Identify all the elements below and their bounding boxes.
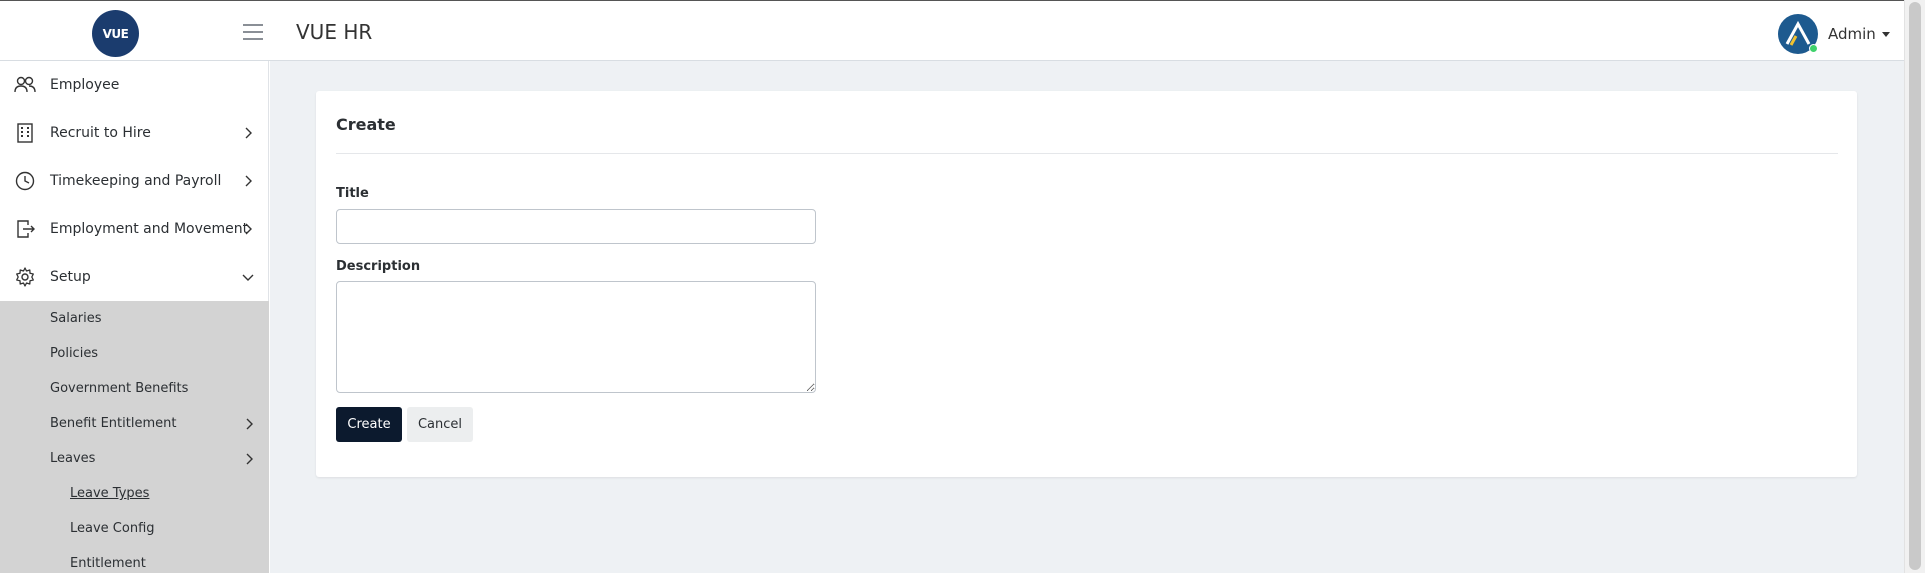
divider: [336, 153, 1838, 154]
sidebar-subitem-leaves[interactable]: Leaves: [0, 441, 269, 476]
exit-door-icon: [17, 220, 35, 238]
top-navbar: VUE VUE HR Admin: [0, 0, 1904, 61]
sidebar-subitem-label: Entitlement: [70, 556, 146, 571]
user-name: Admin: [1828, 25, 1876, 43]
description-textarea[interactable]: [336, 281, 816, 393]
page-scrollbar[interactable]: [1904, 0, 1925, 573]
chevron-right-icon: [246, 418, 253, 430]
description-label: Description: [336, 259, 421, 274]
main-content: Create Title Description Create Cancel: [270, 61, 1904, 573]
chevron-right-icon: [245, 127, 252, 139]
sidebar-subitem-label: Salaries: [50, 311, 102, 326]
sidebar-item-employment-and-movement[interactable]: Employment and Movement: [0, 205, 268, 253]
app-logo[interactable]: VUE: [92, 10, 139, 57]
sidebar-subitem-salaries[interactable]: Salaries: [0, 301, 269, 336]
sidebar: Employee Recruit to Hire Timekeeping and…: [0, 61, 269, 573]
sidebar-item-timekeeping-and-payroll[interactable]: Timekeeping and Payroll: [0, 157, 268, 205]
sidebar-item-label: Employment and Movement: [50, 221, 249, 237]
chevron-right-icon: [246, 453, 253, 465]
hamburger-icon[interactable]: [243, 24, 263, 40]
scrollbar-thumb[interactable]: [1909, 2, 1921, 570]
cancel-button[interactable]: Cancel: [407, 407, 473, 442]
sidebar-item-label: Timekeeping and Payroll: [50, 173, 222, 189]
chevron-right-icon: [245, 175, 252, 187]
app-title: VUE HR: [296, 20, 373, 44]
sidebar-subitem-policies[interactable]: Policies: [0, 336, 269, 371]
create-form-card: Create Title Description Create Cancel: [316, 91, 1857, 477]
sidebar-item-recruit-to-hire[interactable]: Recruit to Hire: [0, 109, 268, 157]
create-button[interactable]: Create: [336, 407, 402, 442]
sidebar-item-employee[interactable]: Employee: [0, 61, 268, 109]
sidebar-subitem-label: Leave Config: [70, 521, 155, 536]
online-status-indicator: [1809, 44, 1818, 53]
title-label: Title: [336, 186, 369, 201]
users-icon: [14, 76, 36, 93]
sidebar-item-label: Recruit to Hire: [50, 125, 151, 141]
sidebar-subitem-benefit-entitlement[interactable]: Benefit Entitlement: [0, 406, 269, 441]
clock-icon: [15, 171, 35, 191]
sidebar-subitem-label: Policies: [50, 346, 99, 361]
app-logo-text: VUE: [102, 26, 129, 41]
sidebar-subitem-label: Leaves: [50, 451, 96, 466]
building-icon: [17, 123, 33, 143]
sidebar-subitem-leave-types[interactable]: Leave Types: [0, 476, 269, 511]
page-title: Create: [336, 115, 396, 134]
sidebar-subitem-label: Leave Types: [70, 486, 150, 501]
sidebar-subitem-label: Benefit Entitlement: [50, 416, 177, 431]
caret-down-icon: [1881, 31, 1890, 37]
sidebar-item-label: Setup: [50, 269, 91, 285]
sidebar-subitem-leave-config[interactable]: Leave Config: [0, 511, 269, 546]
title-input[interactable]: [336, 209, 816, 244]
gear-icon: [16, 267, 34, 287]
avatar: [1778, 14, 1818, 54]
chevron-down-icon: [242, 274, 254, 281]
sidebar-subitem-government-benefits[interactable]: Government Benefits: [0, 371, 269, 406]
setup-submenu: Salaries Policies Government Benefits Be…: [0, 301, 269, 573]
sidebar-item-label: Employee: [50, 77, 120, 93]
user-menu-toggle[interactable]: Admin: [1778, 14, 1890, 54]
chevron-right-icon: [245, 223, 252, 235]
sidebar-subitem-label: Government Benefits: [50, 381, 189, 396]
sidebar-item-setup[interactable]: Setup: [0, 253, 268, 301]
sidebar-subitem-entitlement[interactable]: Entitlement: [0, 546, 269, 573]
